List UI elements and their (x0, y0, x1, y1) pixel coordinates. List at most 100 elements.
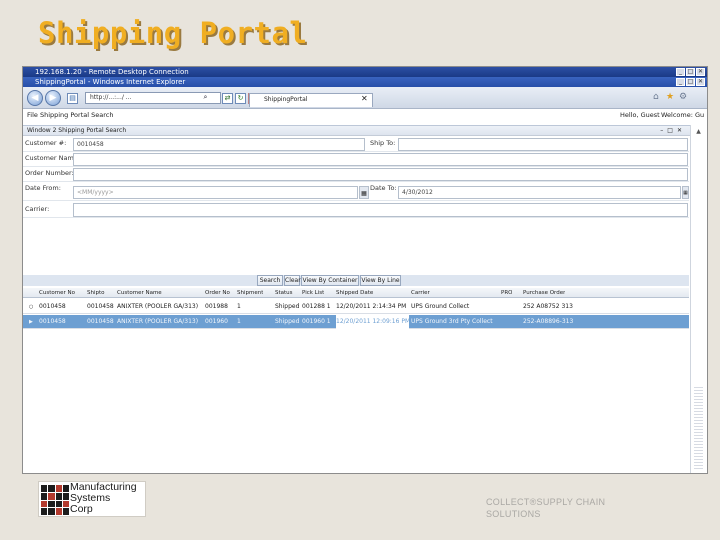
action-button-bar: Search Clear View By Container View By L… (23, 275, 689, 286)
cell-pick-list: 001288 1 (302, 303, 331, 310)
order-number-input[interactable] (73, 168, 688, 181)
minimize-icon[interactable]: _ (676, 78, 685, 86)
favorites-icon[interactable]: ★ (666, 92, 674, 102)
app-menu-bar: File Shipping Portal Search Hello, Guest… (23, 109, 707, 122)
column-header[interactable]: Shipped Date (336, 288, 373, 298)
column-header[interactable]: Shipto (87, 288, 105, 298)
table-row-selected[interactable]: ▶ 0010458 0010458 ANIXTER (POOLER GA/313… (23, 315, 689, 329)
cell-status: Shipped (275, 303, 300, 310)
cell-purchase-order: 252 A08752 313 (523, 303, 573, 310)
date-from-picker-icon[interactable]: ▦ (359, 186, 369, 199)
scrollbar-track[interactable] (694, 385, 703, 471)
customer-name-input[interactable] (73, 153, 688, 166)
footer-line-2: SOLUTIONS (486, 509, 541, 519)
tools-icon[interactable]: ⚙ (679, 92, 687, 102)
forward-icon[interactable]: ▶ (45, 90, 61, 106)
cell-order-no: 001960 (205, 318, 228, 325)
refresh-icon[interactable]: ↻ (235, 93, 246, 104)
column-header[interactable]: Shipment (237, 288, 263, 298)
date-to-label: Date To: (370, 184, 397, 192)
hello-label: Hello, Guest (620, 111, 660, 119)
logo-mark-icon (41, 485, 69, 515)
column-header[interactable]: Customer No (39, 288, 75, 298)
company-logo: Manufacturing Systems Corp (38, 481, 146, 517)
tab-shipping-portal[interactable]: ShippingPortal (249, 93, 373, 107)
customer-input[interactable]: 0010458 (73, 138, 365, 151)
search-window-header: Window 2 Shipping Portal Search –□✕ (23, 126, 690, 136)
close-icon[interactable]: ✕ (696, 68, 705, 76)
cell-purchase-order: 252-A08896-313 (523, 318, 574, 325)
column-header[interactable]: Customer Name (117, 288, 162, 298)
table-row[interactable]: ○ 0010458 0010458 ANIXTER (POOLER GA/313… (23, 300, 689, 314)
carrier-input[interactable] (73, 203, 688, 217)
tab-label: ShippingPortal (264, 96, 308, 103)
cell-customer-no: 0010458 (39, 303, 66, 310)
cell-customer-name: ANIXTER (POOLER GA/313) (117, 318, 199, 325)
rdp-title: 192.168.1.20 - Remote Desktop Connection (35, 68, 189, 76)
ie-window-controls: _ □ ✕ (676, 78, 705, 86)
column-header[interactable]: Status (275, 288, 293, 298)
row-indicator: ○ (29, 304, 34, 310)
ship-to-label: Ship To: (370, 139, 396, 147)
date-to-input[interactable]: 4/30/2012 (398, 186, 681, 199)
scroll-up-icon[interactable]: ▲ (694, 127, 703, 136)
page-icon: ▤ (67, 93, 78, 104)
cell-shipment: 1 (237, 318, 241, 325)
cell-shipment: 1 (237, 303, 241, 310)
ie-titlebar: ShippingPortal - Windows Internet Explor… (23, 77, 707, 87)
cell-shipped-date[interactable]: 12/20/2011 12:09:16 PM (336, 315, 409, 329)
date-from-input[interactable]: <MM/yyyy> (73, 186, 358, 199)
slide-title: Shipping Portal (38, 16, 308, 50)
app-menu-left[interactable]: File Shipping Portal Search (27, 109, 113, 122)
column-header[interactable]: Purchase Order (523, 288, 565, 298)
carrier-row: Carrier: (23, 202, 689, 218)
column-header[interactable]: Carrier (411, 288, 430, 298)
cell-customer-name: ANIXTER (POOLER GA/313) (117, 303, 199, 310)
date-row: Date From: <MM/yyyy> ▦ Date To: 4/30/201… (23, 183, 689, 201)
cell-carrier: UPS Ground Collect (411, 303, 470, 310)
cell-order-no: 001988 (205, 303, 228, 310)
order-number-row: Order Number: (23, 168, 689, 182)
restore-icon[interactable]: □ (686, 78, 695, 86)
search-button[interactable]: Search (257, 275, 283, 286)
column-header[interactable]: Order No (205, 288, 230, 298)
rdp-window-controls: _ □ ✕ (676, 68, 705, 76)
back-icon[interactable]: ◀ (27, 90, 43, 106)
customer-row: Customer #: 0010458 Ship To: (23, 138, 689, 152)
order-number-label: Order Number: (25, 169, 74, 177)
column-header[interactable]: Pick List (302, 288, 324, 298)
view-by-container-button[interactable]: View By Container (301, 275, 359, 286)
logo-line-3: Corp (70, 503, 93, 515)
compat-icon[interactable]: ⇄ (222, 93, 233, 104)
cell-pick-list: 001960 1 (302, 318, 331, 325)
home-icon[interactable]: ⌂ (653, 92, 659, 102)
restore-icon[interactable]: □ (686, 68, 695, 76)
minimize-icon[interactable]: _ (676, 68, 685, 76)
search-window: Window 2 Shipping Portal Search –□✕ Cust… (23, 125, 690, 473)
carrier-label: Carrier: (25, 205, 50, 213)
cell-shipto: 0010458 (87, 318, 114, 325)
rdp-titlebar: 192.168.1.20 - Remote Desktop Connection… (23, 67, 707, 77)
footer-line-1: COLLECT®SUPPLY CHAIN (486, 497, 606, 507)
clear-button[interactable]: Clear (284, 275, 301, 286)
customer-label: Customer #: (25, 139, 67, 147)
ship-to-input[interactable] (398, 138, 688, 151)
footer-text: COLLECT®SUPPLY CHAIN SOLUTIONS (486, 496, 605, 520)
window-controls-icon[interactable]: –□✕ (660, 126, 686, 136)
ie-title: ShippingPortal - Windows Internet Explor… (35, 78, 186, 86)
cell-shipped-date: 12/20/2011 2:14:34 PM (336, 303, 407, 310)
search-window-title: Window 2 Shipping Portal Search (27, 127, 127, 134)
cell-shipto: 0010458 (87, 303, 114, 310)
logo-text: Manufacturing Systems Corp (70, 482, 137, 515)
welcome-label: Welcome: Gu (661, 111, 705, 119)
cell-carrier: UPS Ground 3rd Pty Collect (411, 318, 493, 325)
customer-name-row: Customer Name: (23, 153, 689, 167)
date-to-picker-icon[interactable]: ▦ (682, 186, 689, 199)
column-header[interactable]: PRO (501, 288, 512, 298)
tab-close-icon[interactable]: ✕ (361, 94, 368, 104)
view-by-line-button[interactable]: View By Line (360, 275, 401, 286)
date-from-label: Date From: (25, 184, 61, 192)
close-icon[interactable]: ✕ (696, 78, 705, 86)
search-icon[interactable]: ⌕ (200, 93, 211, 104)
vertical-scrollbar[interactable]: ▲ (690, 125, 707, 473)
